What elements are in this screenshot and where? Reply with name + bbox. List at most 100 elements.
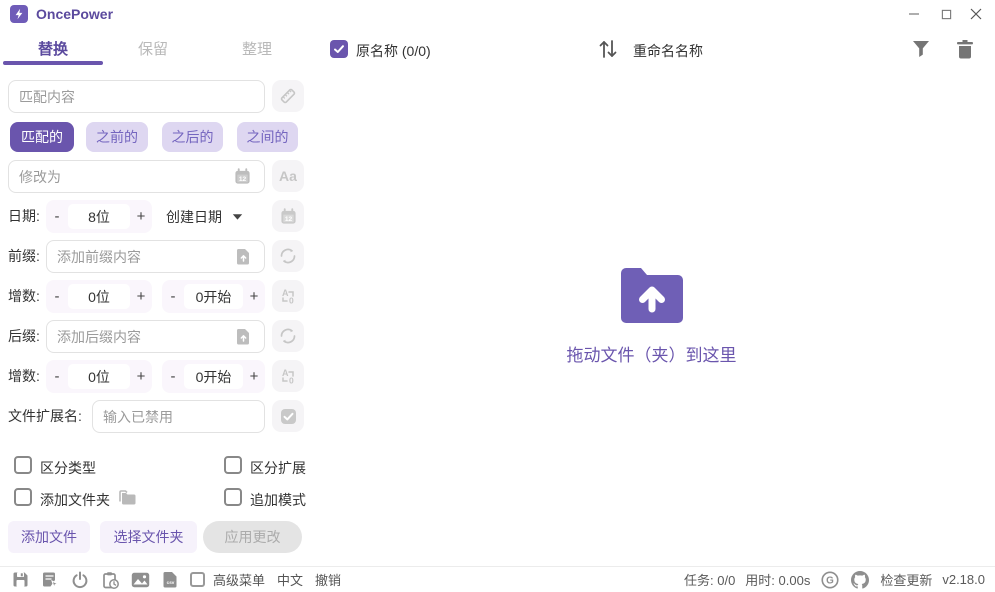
prefix-sequence-button[interactable]: A0	[272, 280, 304, 312]
date-type-value: 创建日期	[166, 207, 222, 227]
image-preview-button[interactable]	[130, 570, 150, 590]
increment1-start-stepper: - 0开始 +	[162, 280, 265, 313]
mode-pill-matched[interactable]: 匹配的	[10, 122, 74, 152]
inc1-start-plus-button[interactable]: +	[243, 280, 265, 313]
check-update-link[interactable]: 检查更新	[880, 570, 932, 589]
filter-button[interactable]	[911, 39, 931, 59]
svg-text:csv: csv	[166, 580, 174, 585]
inc2-start-value: 0开始	[184, 364, 243, 389]
add-files-button[interactable]: 添加文件	[8, 521, 90, 553]
refresh-icon	[279, 247, 297, 265]
checkbox-distinguish-type[interactable]	[14, 456, 32, 474]
date-label: 日期:	[8, 200, 40, 233]
dropzone-hint: 拖动文件（夹）到这里	[567, 341, 737, 366]
tasks-count: 任务: 0/0	[684, 570, 735, 589]
mode-pill-between[interactable]: 之间的	[237, 122, 298, 152]
tab-keep[interactable]: 保留	[103, 38, 203, 59]
increment1-digits-stepper: - 0位 +	[46, 280, 152, 313]
inc2-digits-minus-button[interactable]: -	[46, 360, 68, 393]
elapsed-time: 用时: 0.00s	[745, 570, 810, 589]
export-log-button[interactable]	[40, 570, 60, 590]
file-dropzone[interactable]: 拖动文件（夹）到这里	[308, 70, 995, 560]
choose-folder-button[interactable]: 选择文件夹	[100, 521, 197, 553]
mode-pill-before[interactable]: 之前的	[86, 122, 148, 152]
power-button[interactable]	[70, 570, 90, 590]
checkbox-label-append-mode: 追加模式	[250, 490, 306, 510]
undo-button[interactable]: 撤销	[315, 570, 341, 589]
power-icon	[71, 571, 89, 589]
folder-copy-icon	[118, 489, 137, 509]
case-toggle-button[interactable]: Aa	[272, 160, 304, 192]
app-logo	[10, 5, 28, 23]
suffix-sequence-button[interactable]: A0	[272, 360, 304, 392]
date-digits-value: 8位	[68, 204, 130, 229]
date-insert-button[interactable]: 12	[272, 200, 304, 232]
statusbar-right: 任务: 0/0 用时: 0.00s G 检查更新 v2.18.0	[684, 570, 995, 590]
checkbox-distinguish-ext[interactable]	[224, 456, 242, 474]
close-icon	[970, 8, 982, 20]
titlebar: OncePower	[0, 0, 995, 30]
clipboard-clock-icon	[102, 571, 119, 589]
inc1-digits-minus-button[interactable]: -	[46, 280, 68, 313]
extension-label: 文件扩展名:	[8, 400, 82, 433]
date-type-dropdown[interactable]: 创建日期	[166, 200, 243, 233]
tab-organize[interactable]: 整理	[207, 38, 307, 59]
suffix-label: 后缀:	[8, 320, 40, 353]
extension-toggle-button[interactable]	[272, 400, 304, 432]
csv-file-icon: csv	[163, 571, 178, 588]
prefix-input[interactable]	[46, 240, 265, 273]
language-switch[interactable]: 中文	[277, 570, 303, 589]
github-link[interactable]	[850, 570, 870, 590]
svg-text:A: A	[282, 368, 289, 378]
svg-text:12: 12	[284, 215, 292, 222]
suffix-input[interactable]	[46, 320, 265, 353]
app-title: OncePower	[36, 6, 113, 22]
sequence-icon: A0	[279, 287, 297, 305]
statusbar-left: csv 高级菜单 中文 撤销	[0, 570, 353, 590]
upload-folder-icon	[617, 265, 687, 323]
gitee-link[interactable]: G	[820, 570, 840, 590]
checkbox-label-distinguish-type: 区分类型	[40, 458, 96, 478]
regex-ruler-button[interactable]	[272, 80, 304, 112]
prefix-loop-button[interactable]	[272, 240, 304, 272]
select-all-checkbox[interactable]	[330, 40, 348, 58]
inc1-start-minus-button[interactable]: -	[162, 280, 184, 313]
delete-button[interactable]	[955, 38, 975, 59]
inc1-digits-value: 0位	[68, 284, 130, 309]
checkbox-add-folder[interactable]	[14, 488, 32, 506]
increment2-digits-stepper: - 0位 +	[46, 360, 152, 393]
advanced-menu-checkbox[interactable]	[190, 572, 205, 587]
save-config-button[interactable]	[10, 570, 30, 590]
svg-text:0: 0	[289, 296, 294, 306]
date-digits-plus-button[interactable]: +	[130, 200, 152, 233]
inc1-digits-plus-button[interactable]: +	[130, 280, 152, 313]
svg-text:G: G	[826, 575, 834, 586]
github-icon	[851, 571, 869, 589]
calendar-icon: 12	[280, 208, 297, 225]
history-button[interactable]	[100, 570, 120, 590]
match-content-input[interactable]	[8, 80, 265, 113]
chevron-down-icon	[232, 213, 243, 221]
minimize-button[interactable]	[897, 0, 931, 28]
close-button[interactable]	[959, 0, 993, 28]
replace-with-input[interactable]	[8, 160, 265, 193]
increment1-label: 增数:	[8, 280, 40, 313]
sequence-icon: A0	[279, 367, 297, 385]
tab-replace[interactable]: 替换	[3, 38, 103, 59]
sort-icon[interactable]	[596, 38, 620, 60]
date-digits-minus-button[interactable]: -	[46, 200, 68, 233]
image-icon	[131, 572, 150, 588]
csv-export-button[interactable]: csv	[160, 570, 180, 590]
inc2-start-minus-button[interactable]: -	[162, 360, 184, 393]
inc2-start-plus-button[interactable]: +	[243, 360, 265, 393]
original-name-header: 原名称 (0/0)	[356, 41, 431, 61]
suffix-loop-button[interactable]	[272, 320, 304, 352]
checkbox-append-mode[interactable]	[224, 488, 242, 506]
aa-icon: Aa	[279, 168, 297, 184]
maximize-button[interactable]	[929, 0, 963, 28]
ruler-icon	[279, 87, 297, 105]
mode-pill-after[interactable]: 之后的	[162, 122, 223, 152]
inc2-digits-plus-button[interactable]: +	[130, 360, 152, 393]
apply-changes-button[interactable]: 应用更改	[203, 521, 302, 553]
extension-input[interactable]	[92, 400, 265, 433]
